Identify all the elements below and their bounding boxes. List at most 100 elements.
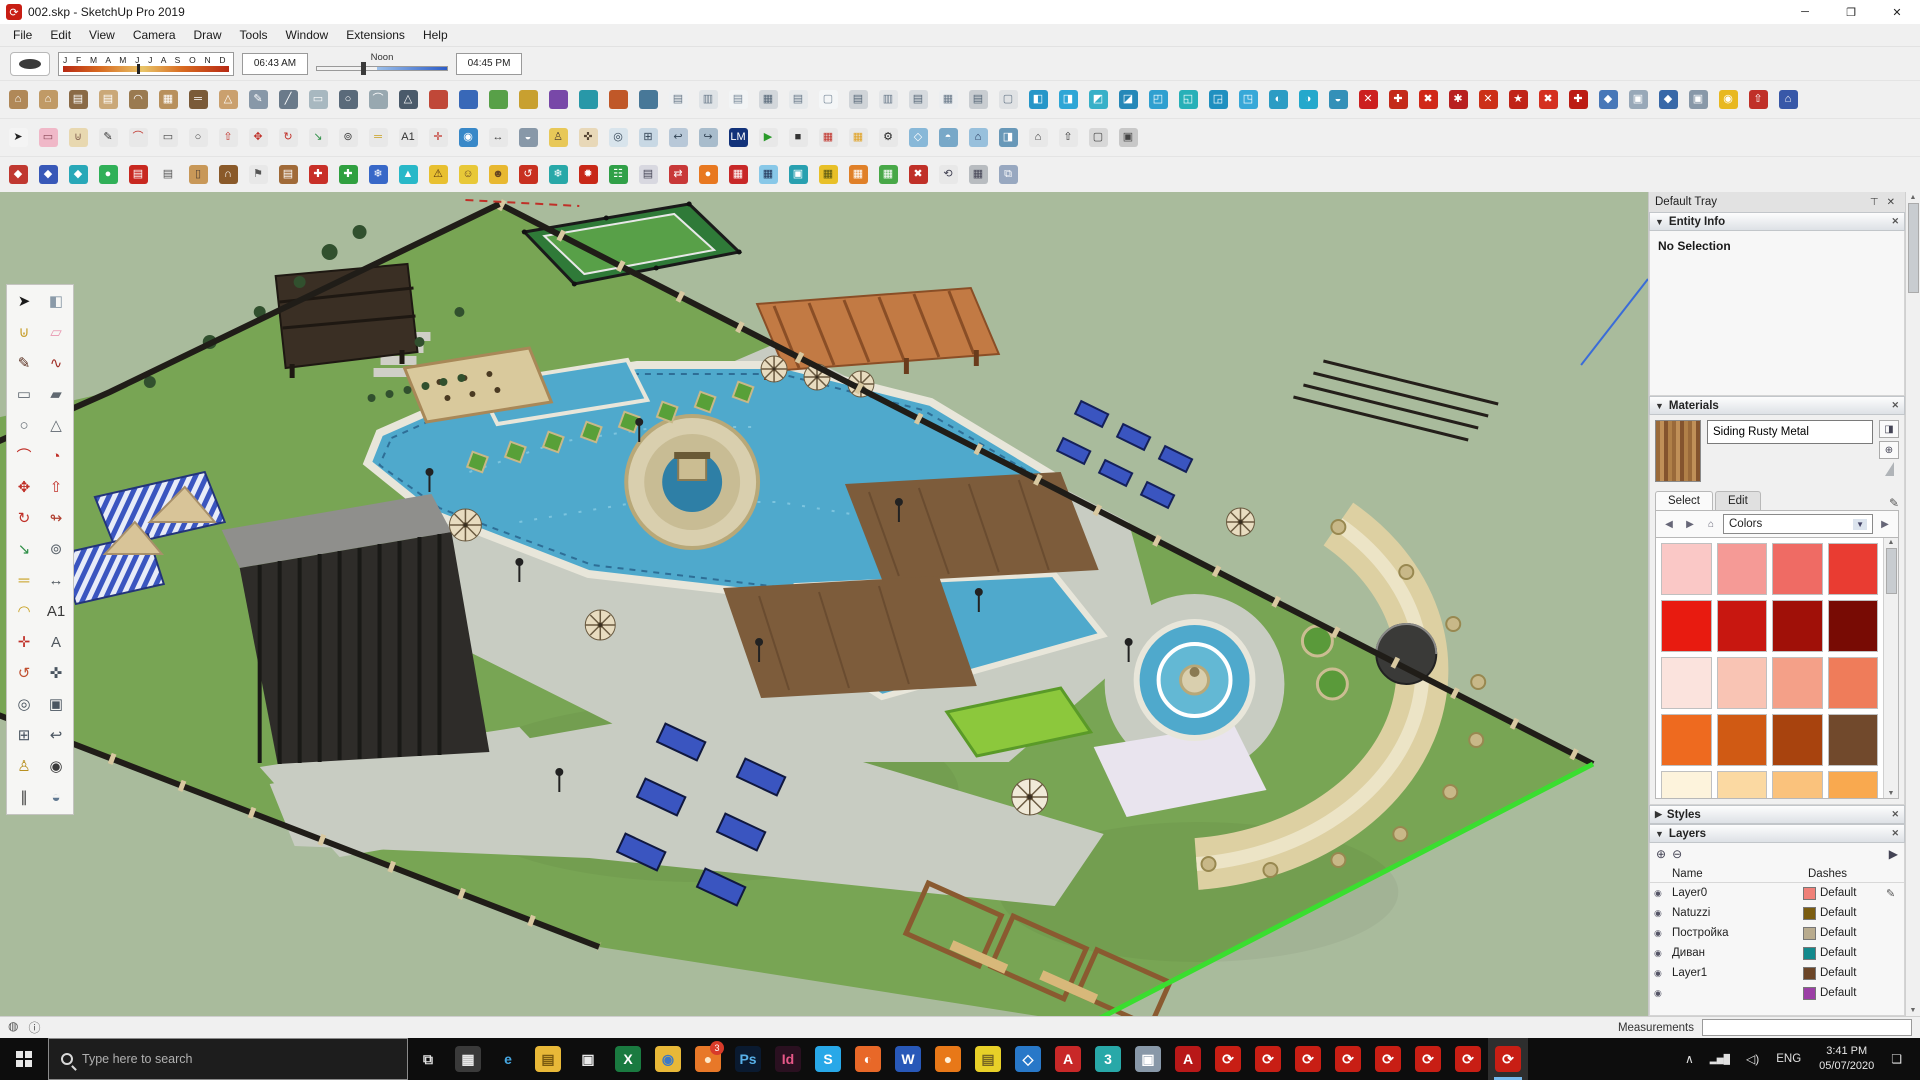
scroll-up-icon[interactable]: ▲ [1888,539,1895,546]
view-tool-8[interactable]: ◳ [1234,86,1262,114]
autocad-app[interactable]: A [1048,1038,1088,1080]
send-to-layout-tool[interactable]: ◉ [454,124,482,152]
zoom-extents-tool[interactable]: ⊞ [634,124,662,152]
color-swatch-17[interactable] [1661,771,1712,798]
sketchup-app-6[interactable]: ⟳ [1408,1038,1448,1080]
pie-tool[interactable]: ◔ [40,441,72,472]
close-red[interactable]: ✖ [904,161,932,189]
indesign-app[interactable]: Id [768,1038,808,1080]
ext-tool-3[interactable] [484,86,512,114]
grid-add-yellow[interactable]: ▦ [844,124,872,152]
rectangle-tool[interactable]: ▭ [8,379,40,410]
scroll-thumb[interactable] [1885,548,1897,594]
ext-tool-8[interactable] [634,86,662,114]
move-tool[interactable]: ✥ [8,472,40,503]
visibility-eye-icon[interactable]: ◉ [1654,948,1668,959]
zoom-tool[interactable]: ◎ [8,689,40,720]
draw-tool-5[interactable]: ⌒ [364,86,392,114]
line-tool[interactable]: ✎ [94,124,122,152]
layer-dashes[interactable]: Default [1820,887,1882,899]
draw-tool-3[interactable]: ▭ [304,86,332,114]
measurements-input[interactable] [1702,1019,1912,1036]
eraser-tool[interactable]: ▭ [34,124,62,152]
shadow-toggle-icon[interactable] [10,51,50,76]
menu-item[interactable]: Edit [41,26,80,44]
visibility-eye-icon[interactable]: ◉ [1654,908,1668,919]
rotate-tool[interactable]: ↻ [8,503,40,534]
freehand-tool[interactable]: ∿ [40,348,72,379]
file-explorer-app[interactable]: ▤ [528,1038,568,1080]
scroll-up-icon[interactable]: ▲ [1910,194,1917,201]
walk-tool[interactable]: ∥ [8,782,40,813]
volume-icon[interactable]: ◁) [1739,1038,1766,1080]
maximize-button[interactable]: ❐ [1828,0,1874,24]
side-view-button[interactable]: ◨ [994,124,1022,152]
sphere-green[interactable]: ● [94,161,122,189]
details-arrow-icon[interactable]: ▶ [1876,515,1894,533]
color-swatch-9[interactable] [1661,657,1712,709]
pin-icon[interactable]: ⊤ [1866,197,1883,208]
framing-tool[interactable]: ▤ [64,86,92,114]
help-icon[interactable]: ⓘ [28,1019,40,1036]
view-tool-1[interactable]: ◧ [1024,86,1052,114]
rect-tool[interactable]: ▭ [154,124,182,152]
color-swatch-16[interactable] [1827,714,1878,766]
line-tool[interactable]: ✎ [8,348,40,379]
doc-red[interactable]: ▤ [124,161,152,189]
roof-tool-2[interactable]: ⌂ [34,86,62,114]
grid-add-red[interactable]: ▦ [814,124,842,152]
ext-tool-4[interactable] [514,86,542,114]
draw-tool-2[interactable]: ╱ [274,86,302,114]
arc-tool[interactable]: ⌒ [8,441,40,472]
red-tool-7[interactable]: ✖ [1534,86,1562,114]
doc-tool-7[interactable]: ▤ [844,86,872,114]
sketchup-app-5[interactable]: ⟳ [1368,1038,1408,1080]
layer-color-chip[interactable] [1803,906,1816,920]
edge-app[interactable]: e [488,1038,528,1080]
layer-dashes[interactable]: Default [1820,967,1882,979]
messaging-app[interactable]: ● 3 [688,1038,728,1080]
terrain-tool[interactable]: ◠ [124,86,152,114]
color-swatch-12[interactable] [1827,657,1878,709]
doc-tool-9[interactable]: ▤ [904,86,932,114]
create-material-icon[interactable]: ⊕ [1879,441,1899,459]
forward-arrow-icon[interactable]: ▶ [1681,515,1699,533]
tape-measure-tool[interactable]: ═ [364,124,392,152]
color-swatch-7[interactable] [1772,600,1823,652]
offset-tool[interactable]: ⊚ [334,124,362,152]
color-swatch-15[interactable] [1772,714,1823,766]
layer-color-chip[interactable] [1803,886,1816,900]
swap-red[interactable]: ⇄ [664,161,692,189]
media-app[interactable]: ● [928,1038,968,1080]
taskbar-clock[interactable]: 3:41 PM 05/07/2020 [1811,1044,1882,1074]
share-tool[interactable]: ⇧ [1744,86,1772,114]
section-close-icon[interactable]: ✕ [1891,809,1899,820]
3dsmax-app[interactable]: 3 [1088,1038,1128,1080]
start-button[interactable] [0,1038,48,1080]
triangle-cyan[interactable]: ▲ [394,161,422,189]
view-tool-6[interactable]: ◱ [1174,86,1202,114]
view-tool-5[interactable]: ◰ [1144,86,1172,114]
layers-detail-icon[interactable]: ▶ [1889,847,1898,861]
ext-tool-6[interactable] [574,86,602,114]
menu-item[interactable]: File [4,26,41,44]
doc-tool-6[interactable]: ▢ [814,86,842,114]
visibility-eye-icon[interactable]: ◉ [1654,988,1668,999]
section-close-icon[interactable]: ✕ [1891,216,1899,227]
calculator-app[interactable]: ▦ [448,1038,488,1080]
view-tool-4[interactable]: ◪ [1114,86,1142,114]
visibility-eye-icon[interactable]: ◉ [1654,888,1668,899]
blue-tool-3[interactable]: ◆ [1654,86,1682,114]
color-swatch-13[interactable] [1661,714,1712,766]
minimize-button[interactable]: ─ [1782,0,1828,24]
menu-item[interactable]: Tools [231,26,277,44]
wood-tool[interactable]: ▤ [274,161,302,189]
sticky-notes-app[interactable]: ▤ [968,1038,1008,1080]
red-tool-1[interactable]: ✕ [1354,86,1382,114]
zoom-window-tool[interactable]: ▣ [40,689,72,720]
face-style-1[interactable]: ☺ [454,161,482,189]
grid-orange[interactable]: ▦ [844,161,872,189]
styles-header[interactable]: ▶ Styles ✕ [1649,805,1905,824]
firefox-app[interactable]: ◐ [848,1038,888,1080]
view-tool-11[interactable]: ◒ [1324,86,1352,114]
